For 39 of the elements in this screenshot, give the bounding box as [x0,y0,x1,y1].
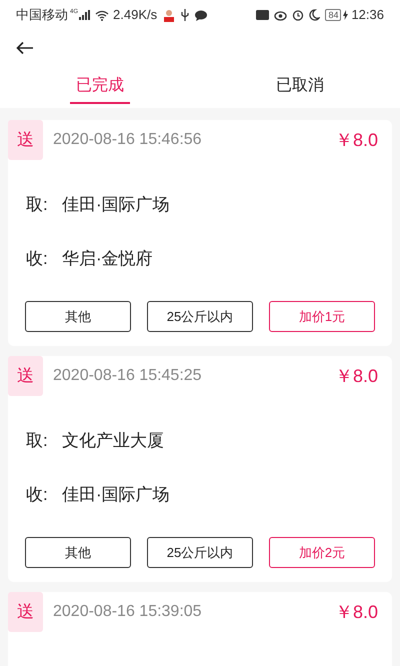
address-text: 文化产业大厦 [62,430,164,452]
tag-button[interactable]: 25公斤以内 [147,301,253,332]
tag-button[interactable]: 其他 [25,537,131,568]
tag-button[interactable]: 其他 [25,301,131,332]
eye-icon [274,10,288,20]
moon-icon [309,9,320,21]
tag-button[interactable]: 25公斤以内 [147,537,253,568]
order-price: ￥8.0 [334,600,378,624]
order-time: 2020-08-16 15:45:25 [53,366,203,386]
address-label: 取: [26,194,49,216]
tag-button[interactable]: 加价2元 [269,537,375,568]
alarm-icon [292,9,304,21]
charging-icon [343,10,348,20]
back-arrow-icon[interactable] [16,41,34,55]
clock-text: 12:36 [351,6,384,24]
order-price: ￥8.0 [334,128,378,152]
address-label: 取: [26,430,49,452]
type-badge: 送 [8,120,43,160]
wifi-icon [95,10,110,20]
address-text: 佳田·国际广场 [62,484,170,506]
order-time: 2020-08-16 15:39:05 [53,602,203,622]
type-badge: 送 [8,592,43,632]
network-speed-text: 2.49K/s [113,6,158,24]
address-label: 收: [26,484,49,506]
signal-icon [79,10,92,20]
battery-icon: 84 [325,9,342,21]
type-badge: 送 [8,356,43,396]
person-icon [163,8,176,22]
usb-icon [181,9,190,21]
order-time: 2020-08-16 15:46:56 [53,130,203,150]
order-price: ￥8.0 [334,364,378,388]
address-text: 华启·金悦府 [62,248,153,270]
address-label: 收: [26,248,49,270]
address-text: 佳田·国际广场 [62,194,170,216]
chat-icon [195,10,208,20]
tag-button[interactable]: 加价1元 [269,301,375,332]
tab[interactable]: 已完成 [70,70,130,104]
tab[interactable]: 已取消 [270,70,330,104]
carrier-text: 中国移动 [16,6,68,24]
